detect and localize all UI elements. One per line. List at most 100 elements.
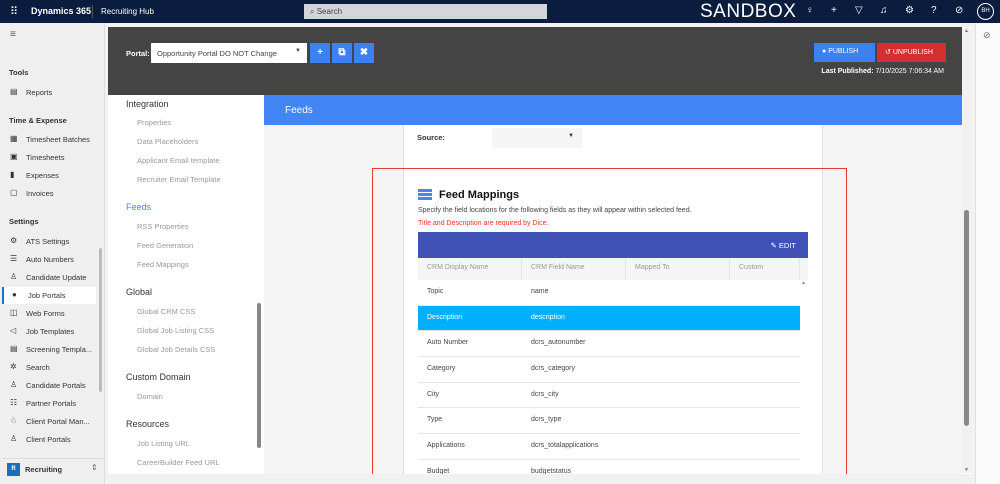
search-placeholder: Search	[316, 7, 343, 16]
edit-button[interactable]: ✎ EDIT	[771, 241, 796, 250]
nav-item-client-portals[interactable]: ♙ Client Portals	[2, 431, 96, 448]
bell-icon[interactable]: ♫	[880, 5, 888, 16]
group-feeds[interactable]: Feeds	[126, 202, 151, 212]
portal-select[interactable]: Opportunity Portal DO NOT Change ▼	[151, 43, 307, 63]
gear-icon: ⚙	[10, 236, 18, 245]
nav-item-timesheets[interactable]: ▣ Timesheets	[2, 149, 96, 166]
table-scrollbar[interactable]: ▲	[800, 280, 808, 475]
nav-item-invoices[interactable]: ▢ Invoices	[2, 185, 96, 202]
nav-item-auto-numbers[interactable]: ☰ Auto Numbers	[2, 251, 96, 268]
subnav-feed-mappings[interactable]: Feed Mappings	[137, 260, 189, 269]
delete-portal-button[interactable]: ✖	[354, 43, 374, 63]
subnav-properties[interactable]: Properties	[137, 118, 171, 127]
copilot-icon[interactable]: ⊘	[955, 5, 963, 16]
scroll-up-icon[interactable]: ▲	[801, 280, 806, 286]
brand[interactable]: Dynamics 365	[31, 6, 91, 16]
nav-item-partner-portals[interactable]: ☷ Partner Portals	[2, 395, 96, 412]
unpublish-label: UNPUBLISH	[892, 49, 933, 56]
person-icon: ♙	[10, 434, 18, 443]
table-row[interactable]: City dcrs_city	[418, 383, 800, 409]
table-row[interactable]: Category dcrs_category	[418, 357, 800, 383]
hamburger-icon[interactable]: ≡	[10, 29, 16, 40]
nav-label: ATS Settings	[26, 237, 70, 246]
scrollbar-thumb[interactable]	[964, 210, 969, 426]
column-header[interactable]: CRM Display Name	[418, 258, 522, 280]
subnav-global-job-listing-css[interactable]: Global Job Listing CSS	[137, 326, 214, 335]
search-input[interactable]: ⌕ Search	[304, 4, 547, 19]
subnav-recruiter-email[interactable]: Recruiter Email Template	[137, 175, 221, 184]
source-select[interactable]: ▼	[492, 128, 582, 148]
subnav-rss-properties[interactable]: RSS Properties	[137, 222, 189, 231]
nav-label: Timesheet Batches	[26, 135, 90, 144]
group-integration[interactable]: Integration	[126, 99, 169, 109]
nav-item-screening-templates[interactable]: ▤ Screening Templa...	[2, 341, 96, 358]
table-row[interactable]: Auto Number dcrs_autonumber	[418, 331, 800, 358]
cell-field-name: dcrs_type	[531, 416, 562, 424]
group-custom-domain[interactable]: Custom Domain	[126, 372, 191, 382]
area-switcher[interactable]: R Recruiting ⇕	[3, 458, 103, 478]
scroll-up-icon[interactable]: ▲	[964, 28, 969, 34]
subnav-data-placeholders[interactable]: Data Placeholders	[137, 137, 198, 146]
nav-item-job-templates[interactable]: ◁ Job Templates	[2, 323, 96, 340]
subnav-global-job-details-css[interactable]: Global Job Details CSS	[137, 345, 215, 354]
gear-icon[interactable]: ⚙	[905, 5, 914, 16]
table-row[interactable]: Budget budgetstatus	[418, 460, 800, 475]
page-title: Feeds	[264, 95, 962, 125]
copy-portal-button[interactable]: ⧉	[332, 43, 352, 63]
cell-display-name: City	[427, 390, 440, 398]
app-name[interactable]: Recruiting Hub	[101, 7, 154, 16]
subnav-feed-generation[interactable]: Feed Generation	[137, 241, 193, 250]
subnav-careerbuilder-feed-url[interactable]: CareerBuilder Feed URL	[137, 458, 220, 467]
column-header[interactable]: CRM Field Name	[522, 258, 626, 280]
add-portal-button[interactable]: +	[310, 43, 330, 63]
nav-item-timesheet-batches[interactable]: ▦ Timesheet Batches	[2, 131, 96, 148]
nav-item-search[interactable]: ✲ Search	[2, 359, 96, 376]
avatar[interactable]: BH	[977, 3, 994, 20]
caret-down-icon: ▼	[568, 133, 574, 139]
nav-item-client-portal-management[interactable]: ♘ Client Portal Man...	[2, 413, 96, 430]
nav-label: Web Forms	[26, 309, 65, 318]
group-resources[interactable]: Resources	[126, 419, 169, 429]
column-header[interactable]: Custom	[730, 258, 800, 280]
nav-item-candidate-update[interactable]: ♙ Candidate Update	[2, 269, 96, 286]
group-global[interactable]: Global	[126, 287, 152, 297]
lightbulb-icon[interactable]: ♀	[806, 5, 814, 16]
publish-button[interactable]: ● PUBLISH	[814, 43, 875, 62]
subnav-scrollbar[interactable]	[257, 303, 261, 448]
table-row[interactable]: Applications dcrs_totalapplications	[418, 434, 800, 460]
scroll-down-icon[interactable]: ▼	[964, 467, 969, 473]
subnav-job-listing-url[interactable]: Job Listing URL	[137, 439, 190, 448]
portal-label: Portal:	[126, 49, 150, 58]
nav-item-web-forms[interactable]: ◫ Web Forms	[2, 305, 96, 322]
last-published-value: 7/10/2025 7:06:34 AM	[875, 68, 945, 75]
unpublish-button[interactable]: ↺ UNPUBLISH	[877, 43, 946, 62]
column-header[interactable]: Mapped To	[626, 258, 730, 280]
settings-subnav: Integration Properties Data Placeholders…	[108, 95, 263, 484]
copilot-icon[interactable]: ⊘	[983, 30, 991, 41]
table-row[interactable]: Type dcrs_type	[418, 408, 800, 435]
nav-scrollbar[interactable]	[99, 248, 102, 392]
cell-display-name: Type	[427, 416, 443, 424]
table-row[interactable]: Topic name	[418, 280, 800, 306]
page-scrollbar[interactable]: ▲ ▼	[962, 28, 972, 473]
subnav-domain[interactable]: Domain	[137, 392, 163, 401]
nav-item-candidate-portals[interactable]: ♙ Candidate Portals	[2, 377, 96, 394]
horizontal-scrollbar[interactable]	[108, 474, 972, 484]
nav-item-ats-settings[interactable]: ⚙ ATS Settings	[2, 233, 96, 250]
search-icon: ✲	[10, 362, 17, 371]
subnav-applicant-email[interactable]: Applicant Email template	[137, 156, 220, 165]
nav-item-job-portals[interactable]: ● Job Portals	[2, 287, 96, 304]
chevron-updown-icon: ⇕	[91, 463, 98, 472]
expense-icon: ▮	[10, 170, 15, 179]
help-icon[interactable]: ?	[931, 5, 937, 16]
left-nav: ≡ Tools ▤ Reports Time & Expense ▦ Timeshe…	[0, 23, 105, 484]
table-row-selected[interactable]: Description description	[418, 305, 800, 332]
nav-item-expenses[interactable]: ▮ Expenses	[2, 167, 96, 184]
plus-icon[interactable]: +	[831, 5, 837, 16]
calendar-icon: ▦	[10, 134, 18, 143]
filter-icon[interactable]: ▽	[855, 5, 863, 16]
cell-field-name: dcrs_totalapplications	[531, 442, 599, 450]
subnav-global-crm-css[interactable]: Global CRM CSS	[137, 307, 195, 316]
app-launcher-icon[interactable]: ⠿	[10, 5, 18, 18]
nav-item-reports[interactable]: ▤ Reports	[2, 84, 96, 101]
